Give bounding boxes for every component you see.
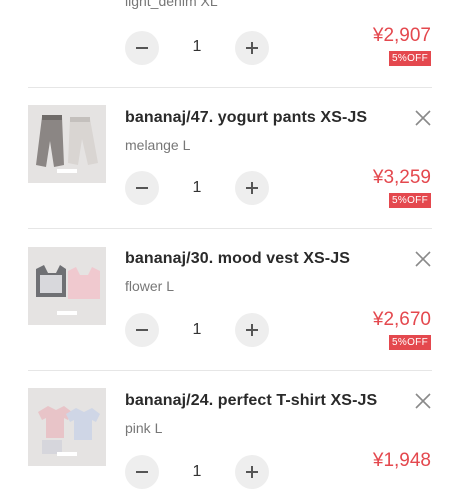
brand-tag xyxy=(57,452,77,456)
quantity-value: 1 xyxy=(192,463,202,480)
item-price: ¥2,907 xyxy=(372,25,431,46)
remove-item-button[interactable] xyxy=(412,107,434,129)
minus-icon xyxy=(136,47,148,49)
quantity-value: 1 xyxy=(192,38,202,55)
variant-label: melange L xyxy=(125,137,191,153)
product-title[interactable]: bananaj/47. yogurt pants XS-JS xyxy=(125,109,367,127)
variant-label: light_denim XL xyxy=(125,0,218,9)
minus-icon xyxy=(136,329,148,331)
minus-icon xyxy=(136,471,148,473)
discount-badge: 5%OFF xyxy=(389,193,431,208)
product-thumbnail[interactable] xyxy=(28,105,106,183)
brand-tag xyxy=(57,311,77,315)
item-price: ¥1,948 xyxy=(372,450,431,471)
item-divider xyxy=(28,228,432,229)
brand-tag xyxy=(57,169,77,173)
item-price: ¥3,259 xyxy=(372,167,431,188)
minus-icon xyxy=(136,187,148,189)
product-title[interactable]: bananaj/24. perfect T-shirt XS-JS xyxy=(125,392,377,410)
plus-icon xyxy=(246,466,258,478)
variant-label: flower L xyxy=(125,278,175,294)
decrease-quantity-button[interactable] xyxy=(125,313,159,347)
quantity-value: 1 xyxy=(192,179,202,196)
item-divider xyxy=(28,87,432,88)
increase-quantity-button[interactable] xyxy=(235,171,269,205)
product-title[interactable]: bananaj/30. mood vest XS-JS xyxy=(125,250,350,268)
discount-badge: 5%OFF xyxy=(389,335,431,350)
increase-quantity-button[interactable] xyxy=(235,313,269,347)
increase-quantity-button[interactable] xyxy=(235,455,269,489)
decrease-quantity-button[interactable] xyxy=(125,455,159,489)
decrease-quantity-button[interactable] xyxy=(125,171,159,205)
item-divider xyxy=(28,370,432,371)
close-icon xyxy=(415,393,431,409)
plus-icon xyxy=(246,324,258,336)
product-thumbnail[interactable] xyxy=(28,247,106,325)
quantity-value: 1 xyxy=(192,321,202,338)
plus-icon xyxy=(246,42,258,54)
close-icon xyxy=(415,251,431,267)
increase-quantity-button[interactable] xyxy=(235,31,269,65)
plus-icon xyxy=(246,182,258,194)
item-price: ¥2,670 xyxy=(372,309,431,330)
close-icon xyxy=(415,110,431,126)
variant-label: pink L xyxy=(125,420,163,436)
remove-item-button[interactable] xyxy=(412,390,434,412)
discount-badge: 5%OFF xyxy=(389,51,431,66)
decrease-quantity-button[interactable] xyxy=(125,31,159,65)
product-thumbnail[interactable] xyxy=(28,388,106,466)
remove-item-button[interactable] xyxy=(412,248,434,270)
